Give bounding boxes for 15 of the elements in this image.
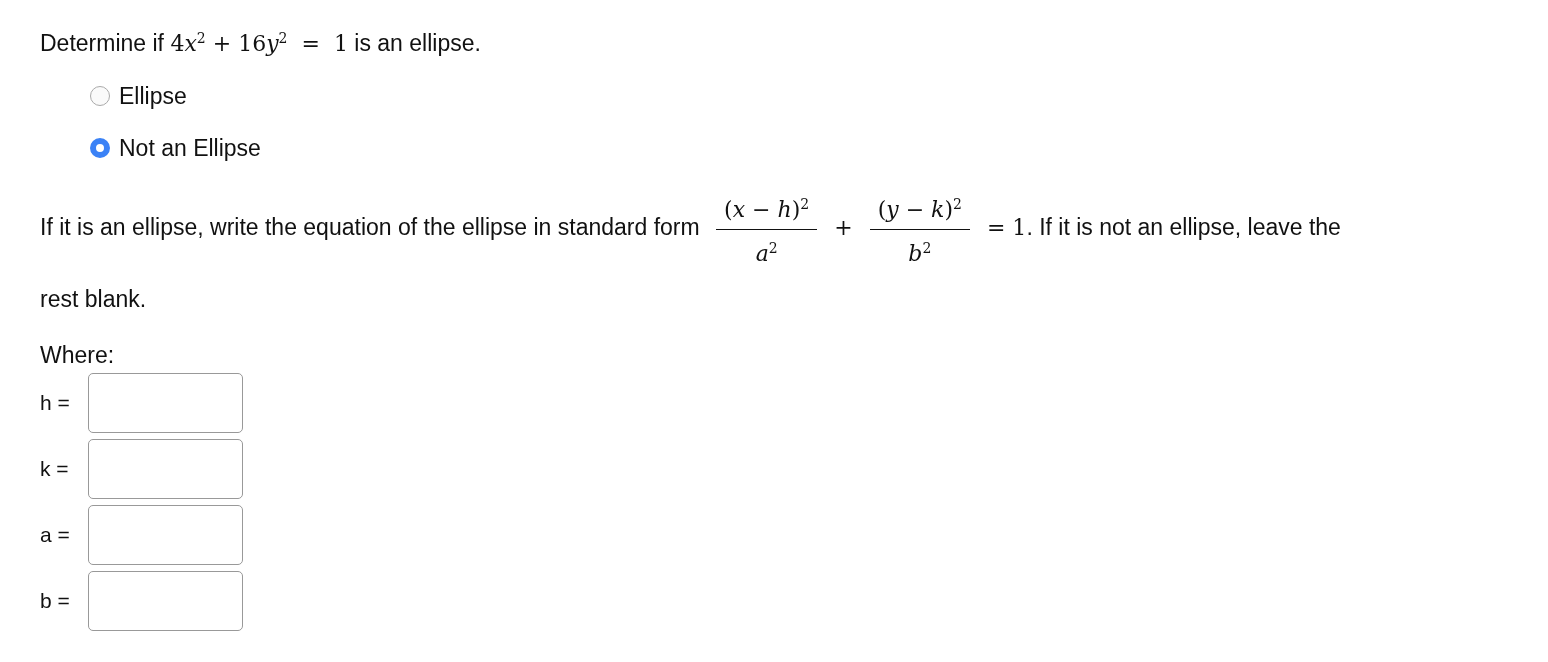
question-text: Determine if 4x$^{2}$ + 16y$^{2}$ = 1 is an ellipse. (40, 29, 482, 59)
radio-button[interactable] (90, 86, 110, 107)
input-field[interactable] (88, 505, 243, 565)
input-field[interactable] (88, 571, 243, 631)
field-label: h = (40, 391, 71, 415)
field-label: k = (40, 457, 70, 481)
instruction-text: If it is an ellipse, write the equation of the ellipse in standard form (x − h)$^{2}$ a$^{2}$ + (y − k)$^{2}$ b$^{2}$ = 1. If it is not an ellipse, leave the rest blank. (40, 186, 1380, 326)
input-field[interactable] (88, 439, 243, 499)
radio-button[interactable] (90, 138, 110, 159)
input-field[interactable] (88, 373, 243, 433)
field-label: b = (40, 589, 71, 613)
field-label: a = (40, 523, 71, 547)
where-label: Where: (40, 342, 116, 369)
radio-option[interactable]: Not an Ellipse (90, 130, 1380, 167)
radio-option[interactable]: Ellipse (90, 78, 1380, 115)
